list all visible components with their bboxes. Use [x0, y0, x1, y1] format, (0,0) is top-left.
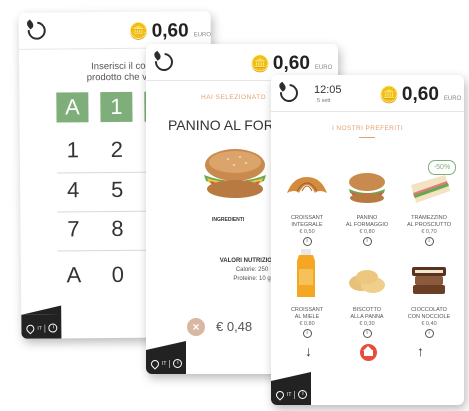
key-8[interactable]: 8: [101, 214, 133, 244]
language-flag-icon[interactable]: IT: [287, 392, 291, 398]
footer-bar: IT i: [271, 372, 311, 405]
product-price: € 0,30: [359, 321, 375, 327]
key-2[interactable]: 2: [101, 135, 133, 165]
home-button[interactable]: [360, 344, 377, 361]
info-icon[interactable]: i: [48, 323, 58, 333]
currency-label: EURO: [314, 65, 333, 71]
bagel-sandwich-image: [349, 173, 385, 203]
key-1[interactable]: 1: [57, 135, 89, 165]
key-letter-a-bottom[interactable]: A: [58, 260, 90, 290]
product-price: € 0,48: [216, 319, 253, 334]
key-letter-a[interactable]: A: [56, 92, 89, 123]
product-price: € 0,50: [299, 229, 315, 235]
brand-logo-icon: [151, 49, 177, 75]
tramezzino-image: [411, 175, 450, 203]
key-7[interactable]: 7: [57, 214, 89, 244]
location-pin-icon[interactable]: [24, 322, 36, 334]
time-display: 12:05: [314, 84, 342, 96]
scroll-up-arrow-icon[interactable]: ↑: [417, 343, 424, 359]
footer-bar: IT i: [146, 341, 186, 374]
croissant-image: [287, 177, 327, 193]
ingredients-label: INGREDIENTI: [212, 217, 245, 223]
selected-label: HAI SELEZIONATO: [201, 94, 267, 101]
key-digit-1-selected[interactable]: 1: [100, 91, 133, 123]
info-icon[interactable]: i: [424, 329, 434, 338]
info-icon[interactable]: i: [298, 390, 308, 399]
chocolate-stack-image: [412, 267, 446, 294]
orange-juice-image: [297, 249, 315, 297]
favorites-title: I NOSTRI PREFERITI: [331, 125, 404, 132]
currency-label: EURO: [193, 32, 212, 39]
key-4[interactable]: 4: [57, 175, 89, 205]
product-title: PANINO AL FORM: [168, 117, 286, 133]
product-tile[interactable]: CIOCCOLATO CON NOCCIOLE € 0,40 i: [400, 259, 458, 338]
footer-bar: IT i: [21, 314, 62, 339]
product-price: € 0,80: [299, 321, 315, 327]
product-price: € 0,40: [421, 321, 437, 327]
clock: 12:05 5 sett: [314, 85, 342, 107]
info-icon[interactable]: i: [362, 329, 372, 338]
favorites-screen: 12:05 5 sett 🪙 0,60 EURO I NOSTRI PREFER…: [271, 75, 464, 405]
info-icon[interactable]: i: [173, 359, 183, 368]
cancel-button[interactable]: ×: [187, 318, 205, 336]
date-display: 5 sett: [317, 98, 331, 104]
key-5[interactable]: 5: [101, 175, 133, 205]
location-pin-icon[interactable]: [149, 357, 161, 370]
credit-amount: 0,60: [272, 53, 310, 74]
language-flag-icon[interactable]: IT: [162, 361, 166, 367]
product-price: € 0,70: [421, 229, 437, 235]
coin-icon: 🪙: [379, 87, 399, 104]
info-icon[interactable]: i: [302, 329, 312, 338]
brand-logo-icon: [24, 17, 50, 44]
brand-logo-icon: [276, 80, 302, 106]
credit-display: 🪙 0,60 EURO: [250, 53, 332, 75]
product-tile[interactable]: TRAMEZZINO AL PROSCIUTTO € 0,70 i: [400, 167, 458, 246]
info-icon[interactable]: i: [362, 237, 372, 246]
cookies-image: [349, 270, 385, 293]
product-tile[interactable]: PANINO AL FORMAGGIO € 0,80 i: [338, 167, 396, 246]
bagel-sandwich-image: [204, 149, 266, 198]
credit-display: 🪙 0,60 EURO: [129, 20, 211, 43]
product-tile[interactable]: BISCOTTO ALLA PANNA € 0,30 i: [338, 259, 396, 338]
info-icon[interactable]: i: [302, 237, 312, 246]
currency-label: EURO: [443, 96, 462, 102]
key-0[interactable]: 0: [102, 260, 134, 290]
coin-icon: 🪙: [250, 56, 270, 73]
credit-amount: 0,60: [151, 20, 189, 42]
language-flag-icon[interactable]: IT: [37, 325, 42, 331]
info-icon[interactable]: i: [424, 237, 434, 246]
coin-icon: 🪙: [128, 23, 149, 41]
location-pin-icon[interactable]: [274, 388, 286, 401]
product-tile[interactable]: CROISSANT AL MIELE € 0,80 i: [278, 247, 336, 338]
product-tile[interactable]: CROISSANT INTEGRALE € 0,50 i: [278, 167, 336, 246]
scroll-down-arrow-icon[interactable]: ↓: [305, 343, 312, 359]
product-price: € 0,80: [359, 229, 375, 235]
credit-display: 🪙 0,60 EURO: [379, 84, 461, 106]
credit-amount: 0,60: [401, 84, 439, 105]
